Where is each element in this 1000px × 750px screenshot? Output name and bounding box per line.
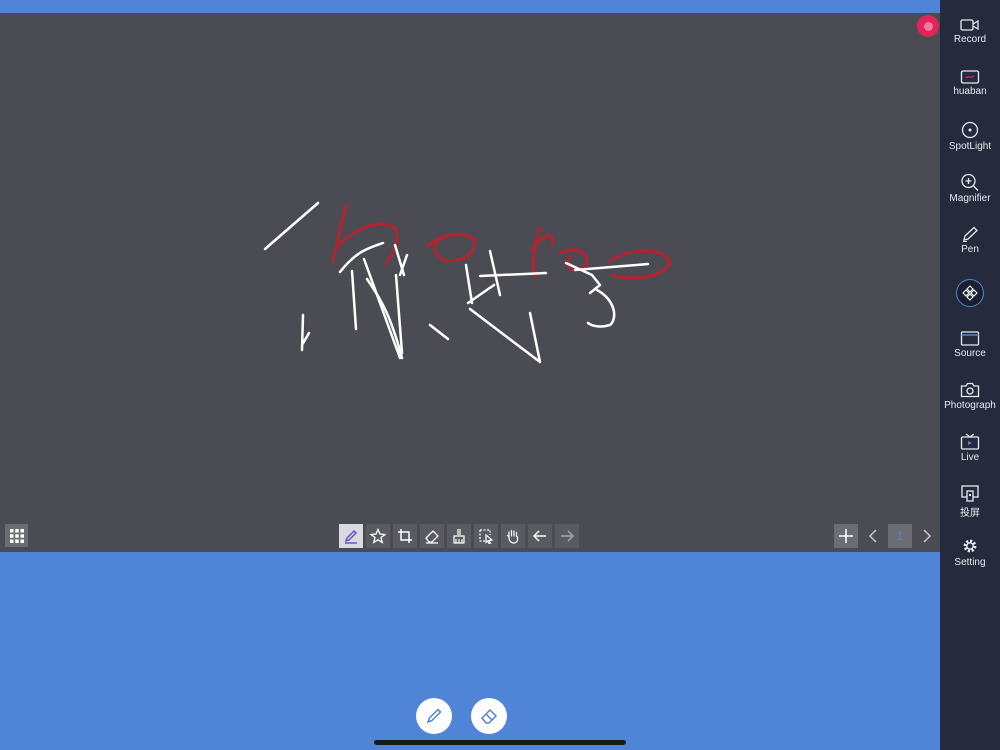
eraser-icon [480,708,498,724]
sidebar-item-label: Photograph [944,400,996,411]
chevron-left-icon [868,529,877,543]
shape-tool-button[interactable] [366,524,390,548]
pencil-icon [344,529,358,544]
sidebar-item-label: Magnifier [949,193,991,204]
page-navigator: 1 [834,524,939,548]
hand-icon [506,529,519,544]
spotlight-icon [961,121,979,139]
pen-icon [963,226,978,242]
tv-icon [960,433,980,450]
undo-arrow-icon [532,530,546,542]
next-page-button[interactable] [915,524,939,548]
sidebar-item-screen-cast[interactable]: 投屏 [940,485,1000,519]
video-camera-icon [960,19,979,31]
sidebar-item-spotlight[interactable]: SpotLight [940,121,1000,152]
recording-indicator[interactable] [917,15,939,37]
pen-icon [426,708,442,724]
home-indicator [374,740,626,745]
top-strip [0,0,940,13]
pencil-tool-button[interactable] [339,524,363,548]
sidebar-item-huaban[interactable]: huaban [940,70,1000,97]
white-strokes [263,201,650,364]
compass-move-button[interactable] [956,279,984,307]
sidebar-item-label: Pen [961,244,979,255]
sidebar-item-photograph[interactable]: Photograph [940,382,1000,411]
sidebar-item-setting[interactable]: Setting [940,537,1000,568]
right-sidebar: Record huaban SpotLight Magnifier Pen So… [940,0,1000,750]
floating-pen-button[interactable] [416,698,452,734]
magnifier-icon [961,173,979,191]
add-page-button[interactable] [834,524,858,548]
floating-eraser-button[interactable] [471,698,507,734]
screen-cast-icon [961,485,979,502]
sidebar-item-label: SpotLight [948,141,992,152]
sidebar-item-magnifier[interactable]: Magnifier [940,173,1000,204]
sidebar-item-source[interactable]: Source [940,331,1000,359]
sidebar-item-pen[interactable]: Pen [940,226,1000,255]
clear-tool-button[interactable] [447,524,471,548]
sidebar-item-label: Record [953,34,987,45]
compass-move-icon [962,285,978,301]
star-icon [370,528,386,544]
redo-button[interactable] [555,524,579,548]
select-tool-button[interactable] [474,524,498,548]
page-number: 1 [888,524,912,548]
whiteboard-canvas[interactable] [0,13,940,552]
sidebar-item-label: huaban [953,86,987,97]
hand-tool-button[interactable] [501,524,525,548]
sidebar-item-label: 投屏 [960,508,980,519]
sidebar-item-label: Source [954,348,986,359]
redo-arrow-icon [561,530,575,542]
camera-icon [960,382,980,398]
select-icon [479,529,494,544]
chevron-right-icon [923,529,932,543]
eraser-icon [425,530,439,544]
ink-strokes [263,201,672,364]
sidebar-item-record[interactable]: Record [940,18,1000,45]
source-window-icon [960,331,980,346]
eraser-tool-button[interactable] [420,524,444,548]
undo-button[interactable] [528,524,552,548]
drawing-toolbar [339,524,579,548]
sidebar-item-live[interactable]: Live [940,433,1000,463]
plus-icon [839,529,853,543]
crop-tool-button[interactable] [393,524,417,548]
grid-icon [9,528,24,543]
sidebar-item-label: Setting [954,557,986,568]
clear-brush-icon [453,529,465,544]
crop-icon [398,529,412,543]
grid-menu-button[interactable] [5,524,28,547]
previous-page-button[interactable] [861,524,885,548]
gear-icon [963,539,977,553]
whiteboard-icon [960,70,980,84]
sidebar-item-label: Live [960,452,980,463]
